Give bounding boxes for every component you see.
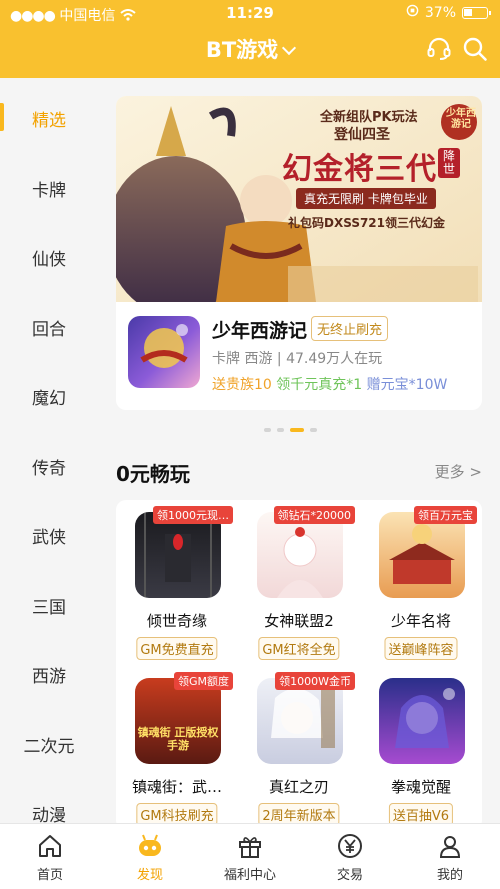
game-name[interactable]: 女神联盟2 (238, 610, 360, 631)
tab-home[interactable]: 首页 (0, 824, 100, 889)
game-badge: GM免费直充 (136, 637, 218, 660)
game-tile[interactable]: 领钻石*20000 女神联盟2 GM红将全免 (238, 500, 360, 666)
promo-sub: 真充无限刷 卡牌包毕业 (296, 188, 436, 209)
game-name[interactable]: 倾世奇缘 (116, 610, 238, 631)
app-title-switcher[interactable]: BT游戏 (0, 34, 500, 64)
page-dot-active (290, 428, 304, 432)
page-title: BT游戏 (205, 38, 279, 62)
tab-trade[interactable]: 交易 (300, 824, 400, 889)
section-title: 0元畅玩 (116, 462, 190, 486)
customer-service-icon[interactable] (426, 36, 452, 62)
gift-icon (236, 832, 264, 860)
game-thumbnail[interactable] (257, 512, 343, 598)
game-meta: 卡牌 西游 | 47.49万人在玩 (212, 351, 383, 367)
game-tile[interactable]: 拳魂觉醒 送百抽V6 (360, 666, 482, 823)
currency-icon (336, 832, 364, 860)
promo-banner[interactable]: 全新组队PK玩法 登仙四圣 幻金将三代 降世 真充无限刷 卡牌包毕业 礼包码DX… (116, 96, 482, 302)
promo-line-2: 登仙四圣 (334, 127, 390, 143)
game-thumbnail[interactable] (135, 512, 221, 598)
perk-3: 赠元宝*10W (366, 377, 448, 393)
user-icon (436, 832, 464, 860)
app-header: ●●●● 中国电信 11:29 37% BT游戏 (0, 0, 500, 78)
free-games-grid: 领1000元现… 倾世奇缘 GM免费直充 领钻石*20000 女神联盟2 GM红… (116, 500, 482, 823)
game-logo: 少年西游记 (446, 108, 476, 130)
game-perks: 送贵族10 领千元真充*1 赠元宝*10W (212, 374, 447, 394)
sidebar-item-three-kingdoms[interactable]: 三国 (0, 593, 98, 618)
game-tile[interactable]: 镇魂街 正版授权手游 领GM额度 镇魂街：武… GM科技刷充 (116, 666, 238, 823)
game-badge: 送巅峰阵容 (384, 637, 458, 660)
more-link[interactable]: 更多 > (435, 461, 482, 482)
sidebar-item-turn-based[interactable]: 回合 (0, 315, 98, 340)
game-thumbnail[interactable] (379, 678, 465, 764)
discover-icon (136, 832, 164, 860)
game-tile[interactable]: 领1000元现… 倾世奇缘 GM免费直充 (116, 500, 238, 666)
tab-discover[interactable]: 发现 (100, 824, 200, 889)
search-icon[interactable] (462, 36, 488, 62)
tab-profile[interactable]: 我的 (400, 824, 500, 889)
promo-tag: 领GM额度 (173, 672, 233, 690)
perk-1: 送贵族10 (212, 377, 272, 393)
game-badge: 无终止刷充 (311, 316, 389, 341)
promo-tag: 领钻石*20000 (273, 506, 355, 524)
game-name[interactable]: 拳魂觉醒 (360, 776, 482, 797)
promo-tag: 领1000W金币 (275, 672, 355, 690)
perk-2: 领千元真充*1 (276, 377, 363, 393)
page-dot (310, 428, 317, 432)
promo-tag: 领百万元宝 (414, 506, 477, 524)
tab-welfare[interactable]: 福利中心 (200, 824, 300, 889)
game-name[interactable]: 少年西游记 (212, 316, 307, 343)
page-dot (277, 428, 284, 432)
promo-line-1: 全新组队PK玩法 (320, 110, 418, 125)
battery-percent: 37% (424, 4, 456, 21)
game-name[interactable]: 镇魂街：武… (116, 776, 238, 797)
sidebar-item-legend[interactable]: 传奇 (0, 454, 98, 479)
game-badge: 2周年新版本 (258, 803, 340, 823)
promo-title: 幻金将三代 (282, 152, 437, 187)
bottom-tab-bar: 首页 发现 福利中心 交易 我的 (0, 823, 500, 889)
sidebar-item-wuxia[interactable]: 武侠 (0, 523, 98, 548)
promo-seal: 降世 (438, 148, 460, 178)
sidebar-item-fantasy[interactable]: 魔幻 (0, 384, 98, 409)
featured-game-card[interactable]: 全新组队PK玩法 登仙四圣 幻金将三代 降世 真充无限刷 卡牌包毕业 礼包码DX… (116, 96, 482, 410)
game-icon[interactable] (128, 316, 200, 388)
chevron-down-icon (282, 40, 297, 56)
sidebar-item-xianxia[interactable]: 仙侠 (0, 245, 98, 270)
game-tile[interactable]: 领1000W金币 真红之刃 2周年新版本 (238, 666, 360, 823)
promo-tag: 领1000元现… (153, 506, 233, 524)
main-content: 全新组队PK玩法 登仙四圣 幻金将三代 降世 真充无限刷 卡牌包毕业 礼包码DX… (98, 78, 500, 823)
sidebar-item-featured[interactable]: 精选 (0, 106, 98, 131)
game-thumbnail[interactable] (379, 512, 465, 598)
sidebar-item-journey-west[interactable]: 西游 (0, 662, 98, 687)
promo-code: 礼包码DXSS721领三代幻金 (288, 216, 446, 230)
game-thumbnail[interactable]: 镇魂街 正版授权手游 (135, 678, 221, 764)
status-right: 37% (406, 4, 491, 21)
rotation-lock-icon (406, 4, 419, 21)
thumbnail-art-text: 镇魂街 正版授权手游 (137, 726, 219, 752)
page-dot (264, 428, 271, 432)
game-thumbnail[interactable] (257, 678, 343, 764)
status-bar: ●●●● 中国电信 11:29 37% (0, 0, 500, 26)
game-name[interactable]: 真红之刃 (238, 776, 360, 797)
carousel-pagination (264, 428, 317, 432)
game-name[interactable]: 少年名将 (360, 610, 482, 631)
category-sidebar: 精选 卡牌 仙侠 回合 魔幻 传奇 武侠 三国 西游 二次元 动漫 (0, 78, 98, 826)
sidebar-item-anime-2d[interactable]: 二次元 (0, 732, 98, 757)
battery-icon (462, 6, 491, 19)
game-badge: 送百抽V6 (388, 803, 454, 823)
game-badge: GM红将全免 (258, 637, 340, 660)
game-tile[interactable]: 领百万元宝 少年名将 送巅峰阵容 (360, 500, 482, 666)
game-badge: GM科技刷充 (136, 803, 218, 823)
home-icon (36, 832, 64, 860)
sidebar-item-card[interactable]: 卡牌 (0, 176, 98, 201)
